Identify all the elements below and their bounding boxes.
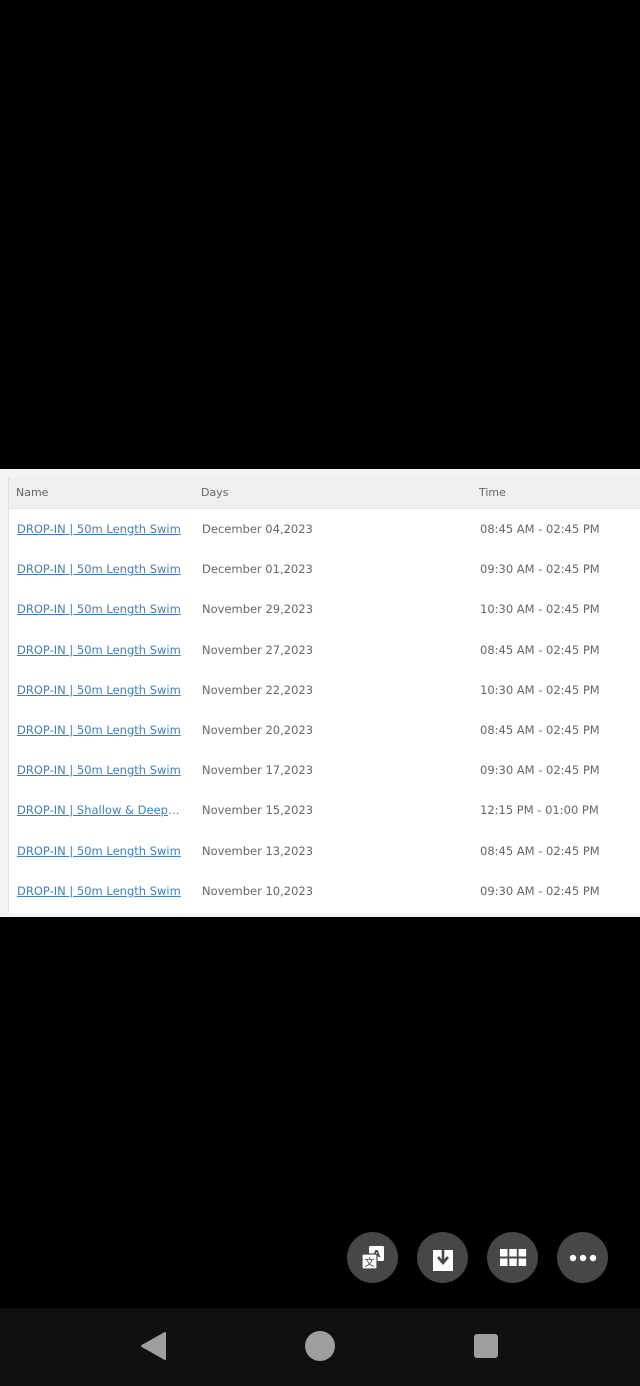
session-date: November 27,2023: [202, 642, 314, 657]
back-button[interactable]: [137, 1332, 169, 1364]
session-link[interactable]: DROP-IN | 50m Length Swim: [17, 844, 182, 858]
session-link[interactable]: DROP-IN | 50m Length Swim: [17, 602, 182, 616]
session-time: 08:45 AM - 02:45 PM: [480, 722, 600, 737]
table-row: DROP-IN | 50m Length Swim November 22,20…: [9, 670, 640, 710]
system-navigation-bar: [0, 1308, 640, 1386]
schedule-table-body: Name Days Time DROP-IN | 50m Length Swim…: [8, 477, 640, 913]
schedule-table: Name Days Time DROP-IN | 50m Length Swim…: [0, 469, 640, 917]
table-row: DROP-IN | 50m Length Swim November 13,20…: [9, 831, 640, 871]
svg-text:文: 文: [364, 1256, 374, 1269]
column-header-name: Name: [16, 486, 49, 499]
session-time: 09:30 AM - 02:45 PM: [480, 883, 600, 898]
session-date: November 13,2023: [202, 843, 314, 858]
back-icon: [139, 1331, 167, 1365]
recents-button[interactable]: [470, 1332, 502, 1364]
home-icon: [304, 1330, 336, 1366]
session-time: 10:30 AM - 02:45 PM: [480, 602, 600, 617]
table-header: Name Days Time: [9, 477, 640, 509]
translate-icon: A 文: [359, 1244, 387, 1272]
apps-button[interactable]: [487, 1232, 538, 1283]
session-date: November 10,2023: [202, 883, 314, 898]
column-header-time: Time: [479, 486, 506, 499]
session-date: November 15,2023: [202, 803, 314, 818]
recents-icon: [472, 1332, 500, 1364]
grid-icon: [499, 1247, 527, 1269]
table-row: DROP-IN | Shallow & Deep A... November 1…: [9, 790, 640, 830]
session-time: 08:45 AM - 02:45 PM: [480, 843, 600, 858]
more-button[interactable]: [557, 1232, 608, 1283]
screen: Name Days Time DROP-IN | 50m Length Swim…: [0, 0, 640, 1386]
translate-button[interactable]: A 文: [347, 1232, 398, 1283]
session-time: 08:45 AM - 02:45 PM: [480, 642, 600, 657]
session-date: December 01,2023: [202, 562, 313, 577]
session-link[interactable]: DROP-IN | 50m Length Swim: [17, 562, 182, 576]
session-link[interactable]: DROP-IN | 50m Length Swim: [17, 723, 182, 737]
home-button[interactable]: [304, 1330, 336, 1366]
session-time: 12:15 PM - 01:00 PM: [480, 803, 599, 818]
download-button[interactable]: [417, 1232, 468, 1283]
session-link[interactable]: DROP-IN | 50m Length Swim: [17, 522, 182, 536]
session-date: November 22,2023: [202, 682, 314, 697]
session-link[interactable]: DROP-IN | 50m Length Swim: [17, 683, 182, 697]
session-link[interactable]: DROP-IN | 50m Length Swim: [17, 884, 182, 898]
session-link[interactable]: DROP-IN | Shallow & Deep A...: [17, 803, 182, 817]
session-link[interactable]: DROP-IN | 50m Length Swim: [17, 643, 182, 657]
session-link[interactable]: DROP-IN | 50m Length Swim: [17, 763, 182, 777]
table-row: DROP-IN | 50m Length Swim December 01,20…: [9, 549, 640, 589]
table-row: DROP-IN | 50m Length Swim December 04,20…: [9, 509, 640, 549]
table-row: DROP-IN | 50m Length Swim November 10,20…: [9, 871, 640, 911]
session-date: November 17,2023: [202, 763, 314, 778]
table-row: DROP-IN | 50m Length Swim November 20,20…: [9, 710, 640, 750]
session-time: 09:30 AM - 02:45 PM: [480, 763, 600, 778]
session-time: 10:30 AM - 02:45 PM: [480, 682, 600, 697]
table-row: DROP-IN | 50m Length Swim November 17,20…: [9, 750, 640, 790]
session-date: November 20,2023: [202, 722, 314, 737]
table-row: DROP-IN | 50m Length Swim November 27,20…: [9, 630, 640, 670]
table-row: DROP-IN | 50m Length Swim November 29,20…: [9, 589, 640, 629]
more-icon: [569, 1254, 597, 1262]
download-icon: [430, 1244, 456, 1272]
session-date: November 29,2023: [202, 602, 314, 617]
column-header-days: Days: [201, 486, 229, 499]
session-time: 09:30 AM - 02:45 PM: [480, 562, 600, 577]
table-rows: DROP-IN | 50m Length Swim December 04,20…: [9, 509, 640, 911]
session-date: December 04,2023: [202, 522, 313, 536]
session-time: 08:45 AM - 02:45 PM: [480, 522, 600, 536]
